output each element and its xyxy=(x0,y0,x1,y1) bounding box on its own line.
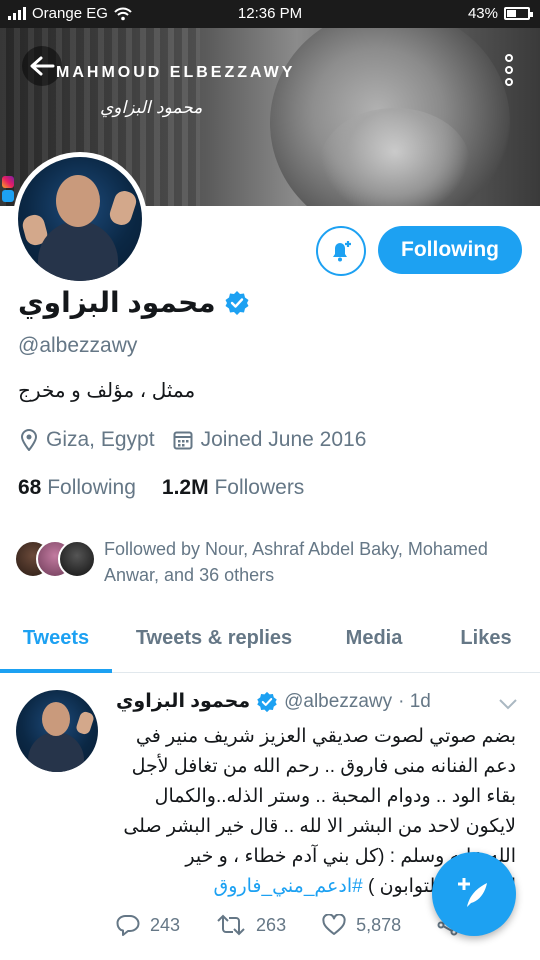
bell-plus-icon xyxy=(333,241,351,262)
profile-handle: @albezzawy xyxy=(18,334,138,357)
compose-tweet-icon xyxy=(458,878,487,907)
profile-bio: ممثل ، مؤلف و مخرج xyxy=(18,380,196,402)
tab-tweets[interactable]: Tweets xyxy=(0,605,112,673)
joined-date: Joined June 2016 xyxy=(173,428,367,452)
profile-meta: Giza, Egypt Joined June 2016 xyxy=(20,428,366,452)
reply-button[interactable]: 243 xyxy=(116,914,180,936)
retweet-button[interactable]: 263 xyxy=(216,914,286,936)
following-stat[interactable]: 68 Following xyxy=(18,476,136,500)
calendar-icon xyxy=(173,431,193,450)
side-badges xyxy=(2,176,14,202)
like-count: 5,878 xyxy=(356,914,402,935)
avatar xyxy=(58,540,96,578)
followers-label: Followers xyxy=(214,476,305,499)
followed-by-text: Followed by Nour, Ashraf Abdel Baky, Moh… xyxy=(104,539,488,585)
followed-by-avatars xyxy=(14,540,96,584)
battery-percent: 43% xyxy=(467,5,498,22)
display-name: محمود البزاوي xyxy=(18,287,216,318)
location: Giza, Egypt xyxy=(20,428,155,452)
profile-stats: 68 Following 1.2M Followers xyxy=(18,476,304,500)
heart-icon xyxy=(322,914,346,935)
retweet-icon xyxy=(217,914,245,936)
tweet-timestamp: · 1d xyxy=(398,690,431,712)
profile-avatar[interactable] xyxy=(13,152,147,286)
name-row: محمود البزاوي xyxy=(18,286,250,319)
tab-likes[interactable]: Likes xyxy=(432,605,540,672)
verified-badge-icon xyxy=(257,691,277,712)
reply-icon xyxy=(116,915,140,936)
tweet-header: محمود البزاوي @albezzawy · 1d xyxy=(116,690,431,713)
followers-count: 1.2M xyxy=(161,476,209,499)
clock: 12:36 PM xyxy=(237,5,303,22)
tweet-author-handle: @albezzawy xyxy=(284,690,393,712)
more-vertical-icon xyxy=(505,54,513,62)
tweet-actions: 243 263 5,878 xyxy=(116,914,459,936)
tab-media[interactable]: Media xyxy=(316,605,432,672)
location-pin-icon xyxy=(20,429,38,451)
status-bar: Orange EG 12:36 PM 43% xyxy=(0,0,540,28)
arrow-left-icon xyxy=(30,56,55,76)
followed-by[interactable]: Followed by Nour, Ashraf Abdel Baky, Moh… xyxy=(14,536,524,588)
verified-badge-icon xyxy=(225,290,249,315)
tweet-hashtag[interactable]: #ادعم_مني_فاروق xyxy=(214,876,363,897)
tweet-author-name: محمود البزاوي xyxy=(116,691,251,712)
more-options-button[interactable] xyxy=(504,54,514,86)
location-text: Giza, Egypt xyxy=(46,428,155,451)
twitter-icon xyxy=(2,190,14,202)
tab-tweets-replies[interactable]: Tweets & replies xyxy=(112,605,316,672)
following-button[interactable]: Following xyxy=(378,226,522,274)
following-label: Following xyxy=(47,476,136,499)
banner-title: MAHMOUD ELBEZZAWY xyxy=(56,64,296,81)
instagram-icon xyxy=(2,176,14,188)
following-count: 68 xyxy=(18,476,42,499)
notifications-button[interactable] xyxy=(316,226,366,276)
chevron-down-icon[interactable] xyxy=(498,698,518,710)
followers-stat[interactable]: 1.2M Followers xyxy=(162,476,304,500)
like-button[interactable]: 5,878 xyxy=(322,914,401,936)
joined-text: Joined June 2016 xyxy=(200,428,367,451)
retweet-count: 263 xyxy=(256,914,287,935)
compose-tweet-button[interactable] xyxy=(432,852,516,936)
reply-count: 243 xyxy=(150,914,181,935)
profile-tabs: Tweets Tweets & replies Media Likes xyxy=(0,605,540,673)
tweet-avatar[interactable] xyxy=(16,690,98,772)
banner-signature: محمود البزاوي xyxy=(100,98,203,118)
battery-icon xyxy=(504,7,533,20)
